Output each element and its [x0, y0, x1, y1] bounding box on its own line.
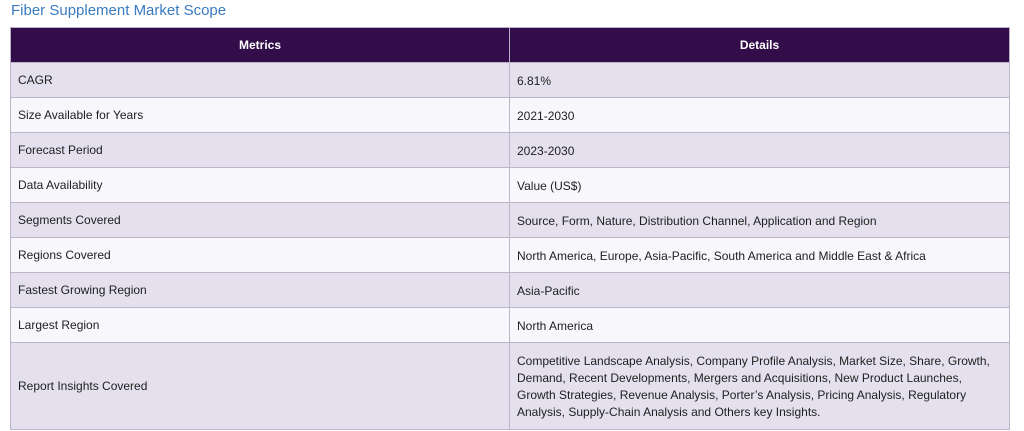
- metric-cell: Largest Region: [10, 307, 510, 343]
- table-row: Largest Region North America: [10, 307, 1010, 343]
- details-cell: North America: [509, 307, 1010, 343]
- table-row: CAGR 6.81%: [10, 62, 1010, 98]
- details-cell: Competitive Landscape Analysis, Company …: [509, 342, 1010, 430]
- table-row: Report Insights Covered Competitive Land…: [10, 342, 1010, 430]
- table-row: Forecast Period 2023-2030: [10, 132, 1010, 168]
- details-cell: 2023-2030: [509, 132, 1010, 168]
- details-cell: Asia-Pacific: [509, 272, 1010, 308]
- metric-cell: Data Availability: [10, 167, 510, 203]
- metric-cell: Size Available for Years: [10, 97, 510, 133]
- metric-cell: CAGR: [10, 62, 510, 98]
- details-cell: 6.81%: [509, 62, 1010, 98]
- header-metrics: Metrics: [10, 27, 510, 63]
- details-cell: Source, Form, Nature, Distribution Chann…: [509, 202, 1010, 238]
- market-scope-table: Metrics Details CAGR 6.81% Size Availabl…: [10, 27, 1010, 430]
- table-row: Size Available for Years 2021-2030: [10, 97, 1010, 133]
- details-cell: Value (US$): [509, 167, 1010, 203]
- metric-cell: Fastest Growing Region: [10, 272, 510, 308]
- table-row: Data Availability Value (US$): [10, 167, 1010, 203]
- details-cell: North America, Europe, Asia-Pacific, Sou…: [509, 237, 1010, 273]
- metric-cell: Segments Covered: [10, 202, 510, 238]
- page-title: Fiber Supplement Market Scope: [11, 2, 227, 19]
- table-header-row: Metrics Details: [10, 27, 1010, 63]
- metric-cell: Forecast Period: [10, 132, 510, 168]
- metric-cell: Report Insights Covered: [10, 342, 510, 430]
- metric-cell: Regions Covered: [10, 237, 510, 273]
- details-cell: 2021-2030: [509, 97, 1010, 133]
- header-details: Details: [509, 27, 1010, 63]
- table-row: Fastest Growing Region Asia-Pacific: [10, 272, 1010, 308]
- table-row: Regions Covered North America, Europe, A…: [10, 237, 1010, 273]
- table-row: Segments Covered Source, Form, Nature, D…: [10, 202, 1010, 238]
